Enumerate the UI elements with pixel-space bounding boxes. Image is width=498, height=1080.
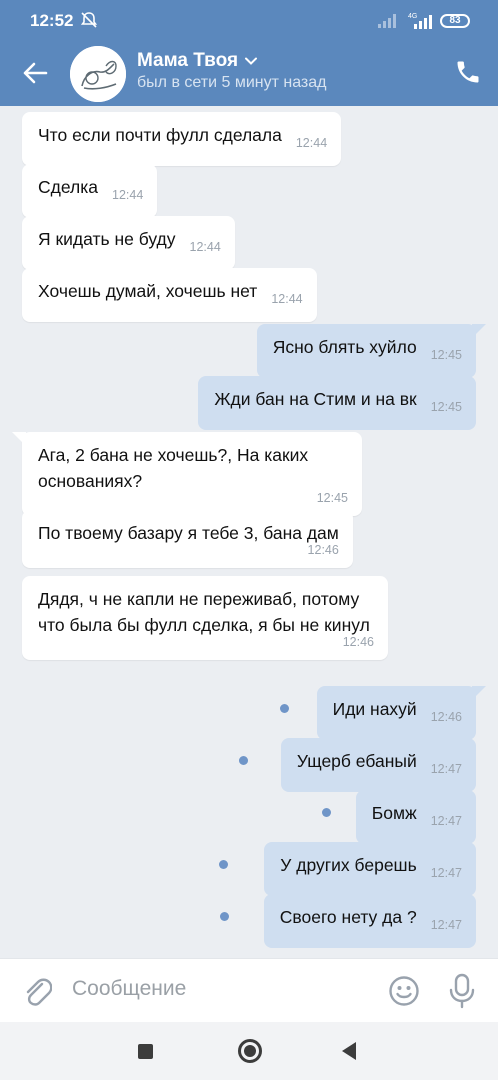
message-input[interactable]: Сообщение bbox=[72, 977, 186, 1001]
contact-name: Мама Твоя bbox=[137, 50, 239, 71]
unread-dot bbox=[239, 756, 248, 765]
bubble-tail bbox=[472, 324, 486, 338]
message-outgoing[interactable]: Бомж 12:47 bbox=[355, 790, 476, 844]
message-list[interactable]: Что если почти фулл сделала 12:44 Сделка 1… bbox=[0, 106, 498, 958]
message-text: Хочешь думай, хочешь нет bbox=[38, 281, 258, 301]
network-label: 4G bbox=[408, 13, 417, 20]
unread-dot bbox=[219, 860, 228, 869]
message-incoming[interactable]: Что если почти фулл сделала 12:44 bbox=[22, 112, 342, 166]
signal-4g-icon: 4G bbox=[408, 13, 432, 29]
message-time: 12:45 bbox=[316, 491, 348, 505]
message-time: 12:47 bbox=[430, 866, 462, 880]
message-time: 12:46 bbox=[342, 635, 374, 649]
chat-header: Мама Твоя был в сети 5 минут назад bbox=[0, 42, 498, 106]
system-nav-bar bbox=[0, 1022, 498, 1080]
message-incoming[interactable]: Хочешь думай, хочешь нет 12:44 bbox=[22, 268, 317, 322]
message-text: Бомж bbox=[371, 803, 417, 823]
message-text: Ущерб ебаный bbox=[296, 751, 417, 771]
message-text: Ага, 2 бана не хочешь?, На каких основан… bbox=[38, 445, 309, 491]
arrow-left-icon[interactable] bbox=[20, 58, 50, 88]
bubble-tail bbox=[12, 432, 26, 446]
message-time: 12:45 bbox=[430, 400, 462, 414]
message-text: У других берешь bbox=[280, 855, 417, 875]
message-outgoing[interactable]: Иди нахуй 12:46 bbox=[316, 686, 486, 740]
paperclip-icon[interactable] bbox=[22, 975, 52, 1007]
message-text: Жди бан на Стим и на вк bbox=[214, 389, 417, 409]
message-time: 12:46 bbox=[430, 710, 462, 724]
message-text: Сделка bbox=[38, 177, 98, 197]
message-text: Я кидать не буду bbox=[38, 229, 176, 249]
message-time: 12:47 bbox=[430, 918, 462, 932]
avatar-image bbox=[70, 46, 126, 102]
message-incoming[interactable]: Сделка 12:44 bbox=[22, 164, 158, 218]
do-not-disturb-icon bbox=[80, 12, 98, 28]
message-text: По твоему базару я тебе 3, бана дам bbox=[38, 523, 339, 543]
home-button[interactable] bbox=[238, 1039, 262, 1063]
status-bar: 12:52 4G 83 bbox=[0, 0, 498, 42]
status-time: 12:52 bbox=[30, 11, 74, 30]
message-outgoing[interactable]: Своего нету да ? 12:47 bbox=[263, 894, 476, 948]
contact-name-row[interactable]: Мама Твоя bbox=[137, 50, 258, 72]
message-time: 12:44 bbox=[112, 188, 144, 202]
message-time: 12:47 bbox=[430, 814, 462, 828]
message-time: 12:47 bbox=[430, 762, 462, 776]
message-text: Иди нахуй bbox=[332, 699, 417, 719]
message-incoming[interactable]: Ага, 2 бана не хочешь?, На каких основан… bbox=[12, 432, 362, 516]
message-outgoing[interactable]: Ясно блять хуйло 12:45 bbox=[256, 324, 486, 378]
message-time: 12:44 bbox=[189, 240, 221, 254]
battery-indicator: 83 bbox=[440, 14, 470, 28]
phone-icon[interactable] bbox=[454, 58, 482, 86]
avatar[interactable] bbox=[70, 46, 126, 102]
message-incoming[interactable]: Дядя, ч не капли не переживаб, потому чт… bbox=[22, 576, 388, 660]
message-text: Что если почти фулл сделала bbox=[38, 125, 282, 145]
message-outgoing[interactable]: Жди бан на Стим и на вк 12:45 bbox=[198, 376, 476, 430]
message-incoming[interactable]: По твоему базару я тебе 3, бана дам 12:46 bbox=[22, 510, 353, 568]
signal-icon bbox=[378, 14, 396, 28]
message-time: 12:46 bbox=[307, 543, 339, 557]
unread-dot bbox=[220, 912, 229, 921]
recents-button[interactable] bbox=[138, 1044, 153, 1059]
chevron-down-icon bbox=[245, 57, 258, 65]
bubble-tail bbox=[472, 686, 486, 700]
nav-back-button[interactable] bbox=[342, 1042, 356, 1060]
message-outgoing[interactable]: Ущерб ебаный 12:47 bbox=[280, 738, 476, 792]
message-time: 12:44 bbox=[271, 292, 303, 306]
unread-dot bbox=[280, 704, 289, 713]
message-outgoing[interactable]: У других берешь 12:47 bbox=[264, 842, 476, 896]
unread-dot bbox=[322, 808, 331, 817]
smile-icon[interactable] bbox=[388, 975, 420, 1007]
message-composer: Сообщение bbox=[0, 958, 498, 1022]
message-text: Дядя, ч не капли не переживаб, потому чт… bbox=[38, 589, 370, 635]
contact-status: был в сети 5 минут назад bbox=[137, 74, 327, 91]
message-incoming[interactable]: Я кидать не буду 12:44 bbox=[22, 216, 235, 270]
message-text: Ясно блять хуйло bbox=[272, 337, 417, 357]
message-time: 12:44 bbox=[295, 136, 328, 150]
message-time: 12:45 bbox=[430, 348, 462, 362]
microphone-icon[interactable] bbox=[447, 973, 477, 1009]
message-text: Своего нету да ? bbox=[279, 907, 417, 927]
